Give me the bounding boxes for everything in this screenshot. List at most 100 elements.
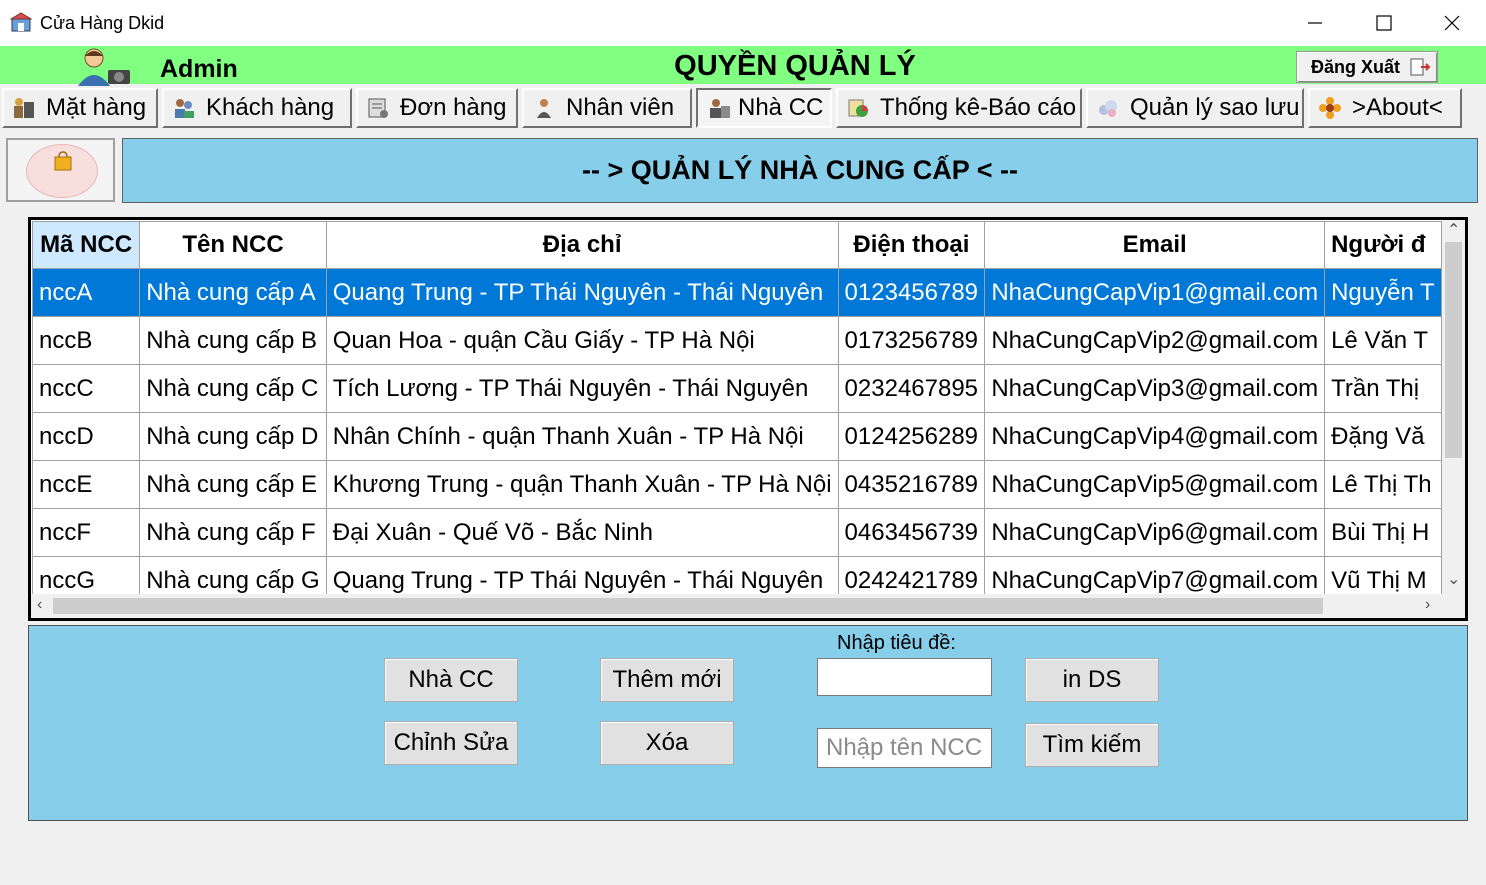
column-header[interactable]: Điện thoại [837, 221, 986, 269]
table-row[interactable]: nccA Nhà cung cấp A Quang Trung - TP Thá… [31, 268, 1442, 317]
tab-label: Đơn hàng [400, 94, 507, 121]
table-cell[interactable]: Nguyễn T [1324, 268, 1442, 317]
table-cell[interactable]: Nhà cung cấp E [139, 460, 327, 509]
table-cell[interactable]: NhaCungCapVip6@gmail.com [984, 508, 1326, 557]
table-cell[interactable]: NhaCungCapVip4@gmail.com [984, 412, 1326, 461]
scroll-right-icon[interactable]: › [1425, 597, 1430, 613]
admin-avatar-icon [78, 48, 130, 86]
column-header[interactable]: Địa chỉ [325, 221, 839, 269]
action-panel: Nhà CC Thêm mới Chỉnh Sửa Xóa Nhập tiêu … [28, 625, 1468, 821]
table-cell[interactable]: Nhân Chính - quận Thanh Xuân - TP Hà Nội [325, 412, 839, 461]
table-row[interactable]: nccB Nhà cung cấp B Quan Hoa - quận Cầu … [31, 316, 1442, 365]
table-cell[interactable]: NhaCungCapVip7@gmail.com [984, 556, 1326, 594]
tab-don-hang[interactable]: Đơn hàng [356, 88, 518, 128]
minimize-button[interactable] [1281, 0, 1349, 46]
table-cell[interactable]: Khương Trung - quận Thanh Xuân - TP Hà N… [325, 460, 839, 509]
shopping-bag-icon [54, 151, 72, 171]
table-cell[interactable]: Tích Lương - TP Thái Nguyên - Thái Nguyê… [325, 364, 839, 413]
table-cell[interactable]: nccA [31, 268, 141, 317]
vertical-scrollbar[interactable]: ⌃ ⌄ [1442, 220, 1465, 594]
supplier-name-search-input[interactable] [817, 728, 992, 768]
table-cell[interactable]: Đặng Vă [1324, 412, 1442, 461]
main-tabs: Mặt hàng Khách hàng Đơn hàng Nhân viên N… [0, 86, 1486, 130]
table-cell[interactable]: 0435216789 [837, 460, 986, 509]
user-name: Admin [160, 55, 238, 83]
table-row[interactable]: nccC Nhà cung cấp C Tích Lương - TP Thái… [31, 364, 1442, 413]
table-cell[interactable]: Bùi Thị H [1324, 508, 1442, 557]
horizontal-scrollbar[interactable]: ‹ › [31, 594, 1442, 618]
table-row[interactable]: nccD Nhà cung cấp D Nhân Chính - quận Th… [31, 412, 1442, 461]
table-cell[interactable]: nccF [31, 508, 141, 557]
table-cell[interactable]: Nhà cung cấp A [139, 268, 327, 317]
logout-label: Đăng Xuất [1311, 56, 1401, 77]
scroll-up-icon[interactable]: ⌃ [1447, 223, 1460, 239]
table-cell[interactable]: Lê Văn T [1324, 316, 1442, 365]
supplier-icon [710, 99, 730, 118]
table-cell[interactable]: Vũ Thị M [1324, 556, 1442, 594]
table-cell[interactable]: Nhà cung cấp D [139, 412, 327, 461]
table-cell[interactable]: NhaCungCapVip1@gmail.com [984, 268, 1326, 317]
close-button[interactable] [1418, 0, 1486, 46]
vertical-scroll-thumb[interactable] [1445, 242, 1462, 458]
table-cell[interactable]: nccG [31, 556, 141, 594]
table-cell[interactable]: Nhà cung cấp G [139, 556, 327, 594]
table-cell[interactable]: NhaCungCapVip3@gmail.com [984, 364, 1326, 413]
table-cell[interactable]: Nhà cung cấp B [139, 316, 327, 365]
table-cell[interactable]: 0124256289 [837, 412, 986, 461]
table-cell[interactable]: Đại Xuân - Quế Võ - Bắc Ninh [325, 508, 839, 557]
search-button[interactable]: Tìm kiếm [1025, 723, 1159, 767]
table-cell[interactable]: Nhà cung cấp C [139, 364, 327, 413]
table-cell[interactable]: nccD [31, 412, 141, 461]
table-cell[interactable]: 0463456739 [837, 508, 986, 557]
edit-button[interactable]: Chỉnh Sửa [384, 721, 518, 765]
title-input-label: Nhập tiêu đề: [837, 632, 956, 654]
supplier-grid[interactable]: Mã NCC Tên NCC Địa chỉ Điện thoại Email … [28, 217, 1468, 621]
maximize-button[interactable] [1350, 0, 1418, 46]
table-cell[interactable]: 0173256789 [837, 316, 986, 365]
page-title: -- > QUẢN LÝ NHÀ CUNG CẤP < -- [581, 155, 1019, 185]
nha-cc-button[interactable]: Nhà CC [384, 658, 518, 702]
table-cell[interactable]: Quan Hoa - quận Cầu Giấy - TP Hà Nội [325, 316, 839, 365]
table-cell[interactable]: nccC [31, 364, 141, 413]
tab-nha-cc[interactable]: Nhà CC [696, 88, 832, 128]
scroll-corner [1442, 594, 1465, 618]
table-cell[interactable]: nccB [31, 316, 141, 365]
scroll-left-icon[interactable]: ‹ [37, 597, 42, 613]
table-cell[interactable]: Quang Trung - TP Thái Nguyên - Thái Nguy… [325, 268, 839, 317]
table-cell[interactable]: Nhà cung cấp F [139, 508, 327, 557]
role-title: QUYỀN QUẢN LÝ [674, 50, 916, 82]
title-input[interactable] [817, 658, 992, 696]
table-row[interactable]: nccG Nhà cung cấp G Quang Trung - TP Thá… [31, 556, 1442, 594]
table-cell[interactable]: nccE [31, 460, 141, 509]
table-cell[interactable]: NhaCungCapVip5@gmail.com [984, 460, 1326, 509]
table-cell[interactable]: 0242421789 [837, 556, 986, 594]
table-cell[interactable]: Quang Trung - TP Thái Nguyên - Thái Nguy… [325, 556, 839, 594]
table-cell[interactable]: Lê Thị Th [1324, 460, 1442, 509]
column-header[interactable]: Người đ [1324, 221, 1442, 269]
column-header[interactable]: Email [984, 221, 1326, 269]
column-header[interactable]: Mã NCC [31, 221, 141, 269]
table-row[interactable]: nccF Nhà cung cấp F Đại Xuân - Quế Võ - … [31, 508, 1442, 557]
table-cell[interactable]: 0123456789 [837, 268, 986, 317]
add-new-button[interactable]: Thêm mới [600, 658, 734, 702]
logout-icon [1410, 58, 1431, 76]
table-cell[interactable]: NhaCungCapVip2@gmail.com [984, 316, 1326, 365]
table-row[interactable]: nccE Nhà cung cấp E Khương Trung - quận … [31, 460, 1442, 509]
page-heading-panel: -- > QUẢN LÝ NHÀ CUNG CẤP < -- [122, 138, 1478, 203]
tab-about[interactable]: >About< [1308, 88, 1462, 128]
tab-mat-hang[interactable]: Mặt hàng [2, 88, 158, 128]
horizontal-scroll-thumb[interactable] [53, 598, 1323, 614]
print-list-button[interactable]: in DS [1025, 658, 1159, 702]
tab-quan-ly-sao-luu[interactable]: Quản lý sao lưu [1086, 88, 1304, 128]
tab-label: Khách hàng [206, 94, 335, 121]
table-cell[interactable]: Trần Thị [1324, 364, 1442, 413]
store-logo [6, 138, 115, 202]
tab-thong-ke-bao-cao[interactable]: Thống kê-Báo cáo [836, 88, 1082, 128]
logout-button[interactable]: Đăng Xuất [1296, 51, 1438, 83]
table-cell[interactable]: 0232467895 [837, 364, 986, 413]
tab-khach-hang[interactable]: Khách hàng [162, 88, 352, 128]
delete-button[interactable]: Xóa [600, 721, 734, 765]
tab-nhan-vien[interactable]: Nhân viên [522, 88, 692, 128]
scroll-down-icon[interactable]: ⌄ [1447, 572, 1460, 588]
column-header[interactable]: Tên NCC [139, 221, 327, 269]
